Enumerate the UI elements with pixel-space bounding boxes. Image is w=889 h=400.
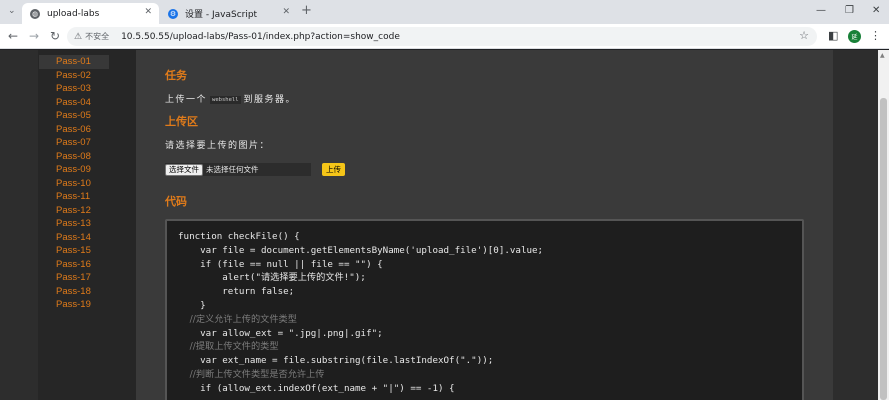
sidebar-item-pass-04[interactable]: Pass-04	[38, 96, 136, 110]
upload-prompt: 请选择要上传的图片：	[165, 141, 271, 151]
sidebar-item-pass-09[interactable]: Pass-09	[38, 163, 136, 177]
sidebar-item-pass-13[interactable]: Pass-13	[38, 217, 136, 231]
restore-icon[interactable]: ❐	[845, 5, 854, 16]
close-tab-icon[interactable]: ✕	[144, 7, 152, 17]
code-comment-line: //判断上传文件类型是否允许上传	[178, 368, 325, 380]
task-text-after: 到服务器。	[243, 95, 297, 105]
code-line: if (allow_ext.indexOf(ext_name + "|") ==…	[178, 382, 455, 394]
sidebar-item-pass-06[interactable]: Pass-06	[38, 123, 136, 137]
sidebar-item-pass-15[interactable]: Pass-15	[38, 244, 136, 258]
sidebar-item-pass-19[interactable]: Pass-19	[38, 298, 136, 312]
vertical-scrollbar[interactable]: ▲	[878, 50, 889, 400]
level-list: Pass-01 Pass-02 Pass-03 Pass-04 Pass-05 Pass-…	[38, 50, 136, 312]
sidebar-item-pass-02[interactable]: Pass-02	[38, 69, 136, 83]
level-sidebar: Pass-01 Pass-02 Pass-03 Pass-04 Pass-05 Pass-…	[38, 50, 136, 400]
tab-title: upload-labs	[47, 8, 100, 19]
code-line: function checkFile() {	[178, 231, 300, 242]
sidebar-item-pass-03[interactable]: Pass-03	[38, 82, 136, 96]
url-text[interactable]: 10.5.50.55/upload-labs/Pass-01/index.php…	[121, 32, 400, 42]
code-line: var ext_name = file.substring(file.lastI…	[178, 355, 494, 367]
code-line: }	[178, 299, 206, 311]
sidebar-item-pass-10[interactable]: Pass-10	[38, 177, 136, 191]
tab-title: 设置 - JavaScript	[185, 10, 258, 20]
page-viewport: Pass-01 Pass-02 Pass-03 Pass-04 Pass-05 Pass-…	[0, 50, 889, 400]
back-arrow-icon[interactable]: ←	[8, 29, 18, 43]
sidebar-item-pass-01[interactable]: Pass-01	[39, 55, 109, 69]
window-close-icon[interactable]: ✕	[872, 5, 880, 16]
scrollbar-thumb[interactable]	[880, 98, 887, 400]
file-status-label: 未选择任何文件	[206, 165, 259, 174]
code-comment-line: //定义允许上传的文件类型	[178, 313, 297, 325]
upload-button[interactable]: 上传	[322, 163, 345, 176]
task-description: 上传一个 webshell 到服务器。	[165, 92, 296, 105]
globe-icon: ◍	[30, 8, 40, 19]
file-input[interactable]: 选择文件 未选择任何文件	[165, 163, 311, 176]
address-bar[interactable]: ⚠ 不安全 10.5.50.55/upload-labs/Pass-01/ind…	[67, 27, 817, 46]
bookmark-star-icon[interactable]: ☆	[799, 29, 809, 42]
main-content: 任务 上传一个 webshell 到服务器。 上传区 请选择要上传的图片： 选择文件…	[136, 50, 833, 400]
menu-kebab-icon[interactable]: ⋮	[870, 29, 881, 42]
tab-strip: ⌄ ◍ upload-labs ✕ ⚙ 设置 - JavaScript ✕ + …	[0, 0, 889, 24]
code-comment-line: //提取上传文件的类型	[178, 341, 279, 353]
code-line: var file = document.getElementsByName('u…	[178, 244, 544, 256]
task-text-before: 上传一个	[165, 95, 208, 105]
code-line: var allow_ext = ".jpg|.png|.gif";	[178, 327, 383, 339]
sidebar-item-pass-08[interactable]: Pass-08	[38, 150, 136, 164]
settings-gear-icon: ⚙	[168, 8, 178, 19]
webshell-code: webshell	[210, 96, 241, 104]
reload-icon[interactable]: ↻	[50, 29, 60, 43]
sidebar-item-pass-11[interactable]: Pass-11	[38, 190, 136, 204]
code-heading: 代码	[165, 195, 187, 208]
code-block: function checkFile() { var file = docume…	[165, 219, 804, 400]
sidebar-item-pass-16[interactable]: Pass-16	[38, 258, 136, 272]
choose-file-button[interactable]: 选择文件	[165, 163, 203, 176]
tab-settings-javascript[interactable]: ⚙ 设置 - JavaScript ✕	[160, 3, 297, 24]
sidebar-item-pass-14[interactable]: Pass-14	[38, 231, 136, 245]
sidebar-item-pass-07[interactable]: Pass-07	[38, 136, 136, 150]
code-line: if (file == null || file == "") {	[178, 258, 383, 270]
sidebar-item-pass-12[interactable]: Pass-12	[38, 204, 136, 218]
sidebar-item-pass-18[interactable]: Pass-18	[38, 285, 136, 299]
scroll-up-arrow-icon[interactable]: ▲	[880, 52, 885, 59]
profile-avatar[interactable]: 延	[848, 30, 861, 43]
tab-search-icon[interactable]: ⌄	[8, 6, 16, 16]
sidebar-item-pass-17[interactable]: Pass-17	[38, 271, 136, 285]
task-heading: 任务	[165, 69, 187, 82]
code-line: return false;	[178, 286, 295, 298]
tab-upload-labs[interactable]: ◍ upload-labs ✕	[22, 3, 159, 24]
close-tab-icon[interactable]: ✕	[282, 7, 290, 17]
page-margin	[833, 50, 878, 400]
browser-toolbar: ← → ↻ ⚠ 不安全 10.5.50.55/upload-labs/Pass-…	[0, 24, 889, 49]
not-secure-label[interactable]: 不安全	[85, 31, 109, 42]
sidebar-item-pass-05[interactable]: Pass-05	[38, 109, 136, 123]
warning-triangle-icon[interactable]: ⚠	[74, 32, 82, 42]
code-line: alert("请选择要上传的文件!");	[178, 272, 366, 284]
side-panel-icon[interactable]: ◧	[828, 29, 838, 42]
minimize-icon[interactable]: —	[816, 5, 826, 16]
forward-arrow-icon[interactable]: →	[29, 29, 39, 43]
upload-heading: 上传区	[165, 115, 198, 128]
new-tab-button[interactable]: +	[301, 4, 312, 18]
